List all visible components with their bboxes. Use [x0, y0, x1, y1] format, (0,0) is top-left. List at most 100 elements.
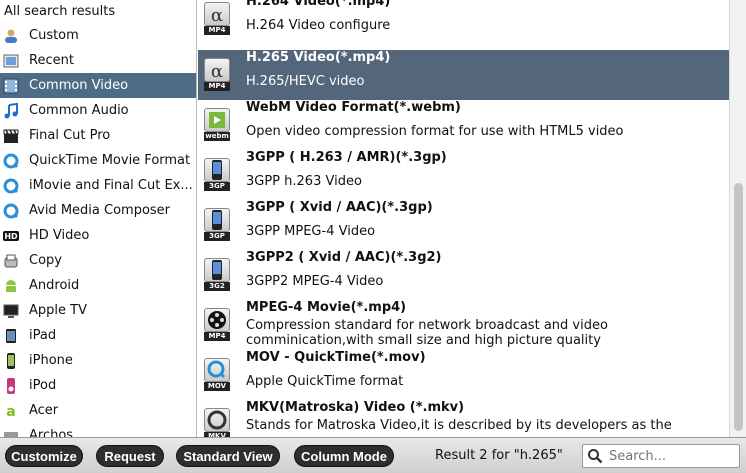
format-title: H.265 Video(*.mp4)	[246, 50, 391, 65]
svg-text:HD: HD	[4, 232, 18, 241]
category-label: HD Video	[29, 228, 90, 243]
alpha-icon: α MP4	[204, 2, 230, 35]
quicktime-icon: MOV	[204, 358, 230, 391]
category-label: iPad	[29, 328, 57, 343]
format-title: 3GPP ( Xvid / AAC)(*.3gp)	[246, 200, 433, 215]
format-item[interactable]: 3G2 3GPP2 ( Xvid / AAC)(*.3g2) 3GPP2 MPEG-…	[198, 250, 729, 300]
format-description: Open video compression format for use wi…	[246, 124, 624, 139]
format-badge: MOV	[204, 382, 230, 391]
category-item[interactable]: Archos	[0, 423, 196, 437]
ipod-icon	[3, 377, 19, 394]
format-badge: 3GP	[204, 182, 230, 191]
standard-view-button[interactable]: Standard View	[176, 445, 280, 467]
category-item[interactable]: Common Audio	[0, 98, 196, 123]
format-description: H.265/HEVC video	[246, 74, 365, 89]
format-badge: webm	[204, 132, 230, 141]
format-badge: 3GP	[204, 232, 230, 241]
category-item[interactable]: All search results	[0, 0, 196, 23]
category-label: All search results	[4, 4, 116, 19]
category-item[interactable]: Final Cut Pro	[0, 123, 196, 148]
ipad-icon	[3, 328, 19, 344]
category-item[interactable]: Custom	[0, 23, 196, 48]
category-label: Copy	[29, 253, 62, 268]
reel-icon: MP4	[204, 308, 230, 341]
category-label: Custom	[29, 28, 79, 43]
search-icon	[587, 448, 603, 464]
category-list: All search results Custom Recent Common Vid…	[0, 0, 197, 437]
category-item[interactable]: iPad	[0, 323, 196, 348]
category-item[interactable]: HD HD Video	[0, 223, 196, 248]
phone-icon: 3GP	[204, 208, 230, 241]
category-item[interactable]: iPhone	[0, 348, 196, 373]
category-label: Common Video	[29, 78, 129, 93]
format-description: Stands for Matroska Video,it is describe…	[246, 418, 672, 433]
format-description: 3GPP MPEG-4 Video	[246, 224, 376, 239]
format-item[interactable]: α MP4 H.264 Video(*.mp4) H.264 Video config…	[198, 0, 729, 44]
result-count: Result 2 for "h.265"	[435, 448, 563, 463]
format-badge: MP4	[204, 332, 230, 341]
clapper-icon	[3, 128, 19, 144]
category-item[interactable]: Android	[0, 273, 196, 298]
film-icon	[3, 78, 19, 94]
format-item[interactable]: webm WebM Video Format(*.webm) Open video …	[198, 100, 729, 150]
search-box[interactable]	[582, 444, 740, 468]
customize-button[interactable]: Customize	[5, 445, 83, 467]
format-item[interactable]: MKV MKV(Matroska) Video (*.mkv) Stands for…	[198, 400, 729, 437]
svg-text:α: α	[211, 5, 223, 25]
category-label: Apple TV	[29, 303, 87, 318]
phone-icon: 3GP	[204, 158, 230, 191]
search-input[interactable]	[609, 448, 737, 464]
category-item[interactable]: QuickTime Movie Format	[0, 148, 196, 173]
category-label: iPod	[29, 378, 57, 393]
category-label: Common Audio	[29, 103, 129, 118]
category-item[interactable]: a Acer	[0, 398, 196, 423]
format-item[interactable]: 3GP 3GPP ( H.263 / AMR)(*.3gp) 3GPP h.263 …	[198, 150, 729, 200]
category-label: Avid Media Composer	[29, 203, 171, 218]
format-description: 3GPP2 MPEG-4 Video	[246, 274, 384, 289]
format-item[interactable]: MP4 MPEG-4 Movie(*.mp4) Compression standa…	[198, 300, 729, 350]
format-badge: MP4	[204, 82, 230, 91]
svg-text:α: α	[211, 61, 223, 81]
format-title: MKV(Matroska) Video (*.mkv)	[246, 400, 465, 415]
copy-icon	[3, 253, 19, 269]
format-title: 3GPP ( H.263 / AMR)(*.3gp)	[246, 150, 447, 165]
category-item[interactable]: Recent	[0, 48, 196, 73]
quicktime-icon	[3, 178, 19, 194]
category-label: Final Cut Pro	[29, 128, 111, 143]
format-list: α MP4 H.264 Video(*.mp4) H.264 Video config…	[198, 0, 729, 437]
category-label: QuickTime Movie Format	[29, 153, 191, 168]
music-icon	[3, 102, 19, 119]
format-item[interactable]: 3GP 3GPP ( Xvid / AAC)(*.3gp) 3GPP MPEG-4 …	[198, 200, 729, 250]
category-item[interactable]: Avid Media Composer	[0, 198, 196, 223]
format-badge: 3G2	[204, 282, 230, 291]
android-icon	[3, 278, 19, 294]
bottom-toolbar: Customize Request Standard View Column M…	[0, 437, 746, 473]
category-item[interactable]: iMovie and Final Cut Ex...	[0, 173, 196, 198]
category-label: Android	[29, 278, 80, 293]
iphone-icon	[3, 352, 19, 369]
format-title: MOV - QuickTime(*.mov)	[246, 350, 426, 365]
format-item[interactable]: MOV MOV - QuickTime(*.mov) Apple QuickTime…	[198, 350, 729, 400]
quicktime-icon	[3, 153, 19, 169]
format-description: H.264 Video configure	[246, 18, 391, 33]
alpha-icon: α MP4	[204, 58, 230, 91]
category-item[interactable]: Copy	[0, 248, 196, 273]
category-item[interactable]: iPod	[0, 373, 196, 398]
category-label: iPhone	[29, 353, 73, 368]
request-button[interactable]: Request	[96, 445, 164, 467]
category-item[interactable]: Apple TV	[0, 298, 196, 323]
acer-icon: a	[3, 403, 19, 419]
format-description: Compression standard for network broadca…	[246, 318, 608, 348]
scrollbar-thumb[interactable]	[734, 183, 743, 431]
archos-icon	[3, 428, 19, 437]
format-title: MPEG-4 Movie(*.mp4)	[246, 300, 407, 315]
format-scrollbar[interactable]	[729, 0, 746, 437]
column-mode-button[interactable]: Column Mode	[294, 445, 394, 467]
webm-icon: webm	[204, 108, 230, 141]
format-description: 3GPP h.263 Video	[246, 174, 362, 189]
category-label: Archos	[29, 428, 74, 437]
svg-text:a: a	[6, 404, 15, 419]
recent-icon	[3, 53, 19, 69]
category-item[interactable]: Common Video	[0, 73, 196, 98]
format-item[interactable]: α MP4 H.265 Video(*.mp4) H.265/HEVC video	[198, 50, 729, 100]
